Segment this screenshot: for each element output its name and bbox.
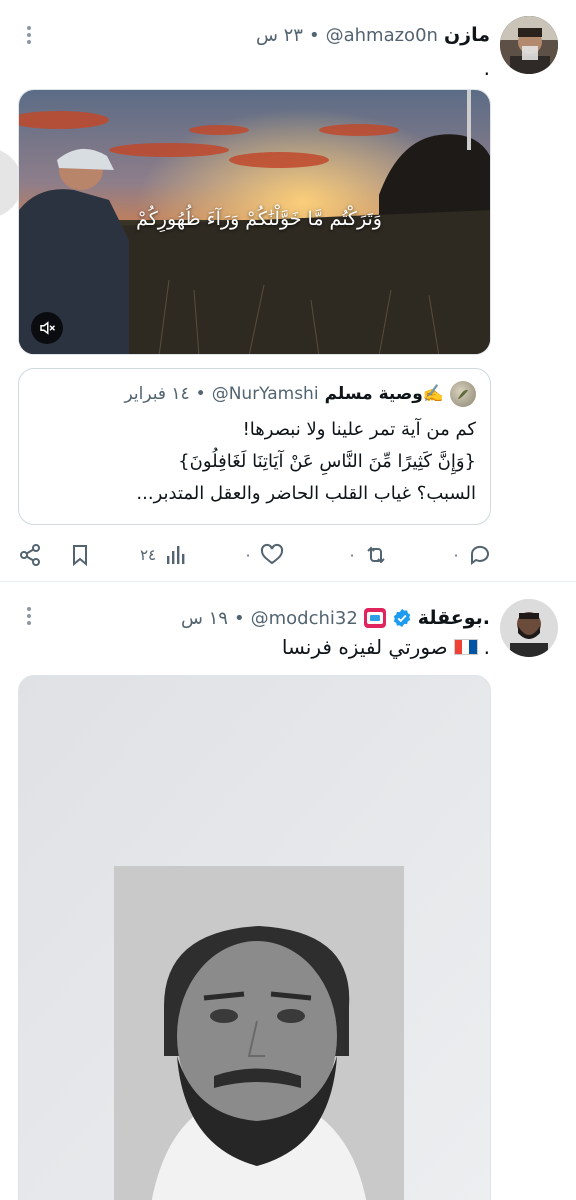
timestamp[interactable]: ٢٣ س (256, 25, 303, 46)
display-name[interactable]: مازن (444, 24, 490, 46)
photo-media[interactable] (18, 675, 491, 1200)
retweet-button[interactable]: ٠ (348, 536, 388, 574)
views-button[interactable]: ٢٤ (140, 536, 188, 574)
quote-text-line: {وَإِنَّ كَثِيرًا مِّنَ النَّاسِ عَنْ آي… (178, 451, 476, 472)
verified-badge-icon (393, 608, 411, 628)
tweet-header: بوعقلة. @modchi32 • ١٩ س (181, 607, 490, 629)
avatar[interactable] (500, 599, 558, 657)
separator-dot: • (233, 607, 245, 629)
share-button[interactable] (18, 536, 42, 574)
quote-handle: @NurYamshi (211, 384, 319, 404)
user-handle[interactable]: @modchi32 (251, 608, 358, 629)
retweet-icon (367, 546, 385, 564)
reply-button[interactable]: ٠ (452, 536, 492, 574)
france-flag-icon (453, 639, 478, 655)
quote-header: وصية مسلم✍️ @NurYamshi • ١٤ فبراير (125, 381, 476, 407)
retweet-count: ٠ (348, 546, 357, 564)
separator-dot: • (308, 24, 320, 46)
tweet-text-content: صورتي لفيزه فرنسا (281, 635, 448, 659)
user-handle[interactable]: @ahmazo0n (326, 25, 438, 46)
video-player[interactable]: وَتَرَكْتُم مَّا خَوَّلْنَٰكُمْ وَرَآءَ … (18, 89, 491, 355)
emoji-badge-icon (363, 608, 386, 628)
views-count: ٢٤ (140, 546, 157, 564)
tweet-header: مازن @ahmazo0n • ٢٣ س (256, 24, 490, 46)
like-button[interactable]: ٠ (244, 536, 284, 574)
more-options-icon[interactable] (18, 601, 40, 631)
quote-text-line: كم من آية تمر علينا ولا نبصرها! (242, 419, 476, 440)
tweet-text-end: . (483, 635, 490, 659)
bookmark-button[interactable] (68, 536, 92, 574)
mute-icon[interactable] (31, 312, 63, 344)
heart-icon (261, 543, 284, 565)
reply-icon (471, 545, 490, 565)
display-name[interactable]: بوعقلة. (418, 607, 490, 629)
timestamp[interactable]: ١٩ س (181, 608, 228, 629)
tweet-action-bar: ٢٤ ٠ ٠ ٠ (18, 536, 492, 574)
quote-timestamp: ١٤ فبراير (124, 384, 190, 404)
reply-count: ٠ (452, 546, 461, 564)
tweet-text: . (483, 56, 490, 80)
quote-text-line: السبب؟ غياب القلب الحاضر والعقل المتدبر.… (136, 483, 476, 504)
avatar[interactable] (500, 16, 558, 74)
share-icon (20, 544, 40, 566)
separator-dot: • (195, 384, 206, 404)
more-options-icon[interactable] (18, 20, 40, 50)
tweet[interactable]: بوعقلة. @modchi32 • ١٩ س صورتي لفيزه فرن… (0, 583, 576, 1200)
tweet-text: صورتي لفيزه فرنسا . (282, 635, 490, 659)
like-count: ٠ (244, 546, 253, 564)
bookmark-icon (73, 545, 87, 567)
video-caption: وَتَرَكْتُم مَّا خَوَّلْنَٰكُمْ وَرَآءَ … (136, 208, 382, 230)
quote-avatar (450, 381, 476, 407)
quoted-tweet[interactable]: وصية مسلم✍️ @NurYamshi • ١٤ فبراير كم من… (18, 368, 491, 525)
quote-display-name: وصية مسلم✍️ (324, 384, 444, 404)
tweet[interactable]: مازن @ahmazo0n • ٢٣ س . وَتَرَكْتُم مَّا… (0, 0, 576, 582)
views-icon (167, 546, 185, 564)
